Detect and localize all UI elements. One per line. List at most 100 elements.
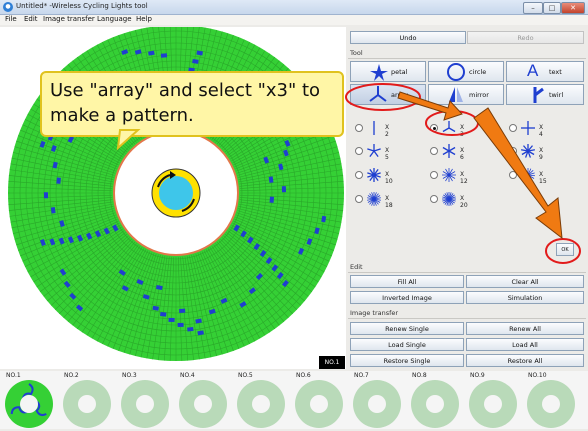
petal-tool-button[interactable]: petal bbox=[350, 61, 426, 82]
thumbnail-label: NO.5 bbox=[238, 372, 253, 379]
petal-label: petal bbox=[391, 68, 408, 76]
twirl-tool-button[interactable]: twirl bbox=[506, 84, 584, 105]
inverted-image-button[interactable]: Inverted Image bbox=[350, 291, 464, 304]
spoke-pattern-icon bbox=[442, 144, 456, 158]
radio-button[interactable] bbox=[355, 195, 363, 203]
frame-thumbnail-4[interactable]: NO.4 bbox=[174, 371, 232, 429]
frame-thumbnail-10[interactable]: NO.10 bbox=[522, 371, 580, 429]
radio-button[interactable] bbox=[430, 171, 438, 179]
spoke-pattern-icon bbox=[373, 121, 375, 135]
thumbnail-label: NO.1 bbox=[6, 372, 21, 379]
edit-section-label: Edit bbox=[350, 263, 363, 271]
window-title: Untitled* -Wireless Cycling Lights tool bbox=[16, 2, 148, 10]
mirror-icon bbox=[449, 87, 463, 102]
lit-pixel bbox=[268, 176, 274, 183]
radio-label: X 5 bbox=[385, 147, 390, 161]
lit-pixel bbox=[50, 207, 56, 214]
spoke-pattern-icon bbox=[442, 168, 456, 182]
array-icon bbox=[369, 86, 387, 102]
title-bar: ● Untitled* -Wireless Cycling Lights too… bbox=[0, 0, 588, 15]
menu-help[interactable]: Help bbox=[136, 15, 152, 23]
radio-button[interactable] bbox=[355, 147, 363, 155]
frame-thumbnail-strip: NO.1 NO.2 NO.3 NO.4 NO.5 NO.6 NO.7 NO.8 NO.9 NO.1… bbox=[0, 371, 588, 429]
frame-thumbnail-7[interactable]: NO.7 bbox=[348, 371, 406, 429]
close-button[interactable]: ✕ bbox=[561, 2, 585, 14]
restore-all-button[interactable]: Restore All bbox=[466, 354, 584, 367]
radio-label: X 9 bbox=[539, 147, 544, 161]
radio-button[interactable] bbox=[355, 124, 363, 132]
load-all-button[interactable]: Load All bbox=[466, 338, 584, 351]
thumbnail-wheel-icon bbox=[5, 380, 53, 428]
load-single-button[interactable]: Load Single bbox=[350, 338, 464, 351]
maximize-button[interactable]: □ bbox=[543, 2, 561, 14]
thumbnail-label: NO.3 bbox=[122, 372, 137, 379]
radio-label: X 20 bbox=[460, 195, 468, 209]
frame-thumbnail-3[interactable]: NO.3 bbox=[116, 371, 174, 429]
frame-thumbnail-5[interactable]: NO.5 bbox=[232, 371, 290, 429]
text-label: text bbox=[549, 68, 562, 76]
lit-pixel bbox=[168, 317, 175, 323]
circle-label: circle bbox=[469, 68, 487, 76]
radio-button[interactable] bbox=[355, 171, 363, 179]
thumbnail-label: NO.4 bbox=[180, 372, 195, 379]
text-tool-button[interactable]: A text bbox=[506, 61, 584, 82]
mirror-label: mirror bbox=[469, 91, 489, 99]
radio-button[interactable] bbox=[430, 147, 438, 155]
frame-thumbnail-6[interactable]: NO.6 bbox=[290, 371, 348, 429]
renew-all-button[interactable]: Renew All bbox=[466, 322, 584, 335]
radio-button[interactable] bbox=[430, 124, 438, 132]
simulation-button[interactable]: Simulation bbox=[466, 291, 584, 304]
redo-button[interactable]: Redo bbox=[467, 31, 584, 44]
frame-thumbnail-2[interactable]: NO.2 bbox=[58, 371, 116, 429]
clear-all-button[interactable]: Clear All bbox=[466, 275, 584, 288]
frame-thumbnail-9[interactable]: NO.9 bbox=[464, 371, 522, 429]
spoke-pattern-icon bbox=[367, 192, 381, 206]
radio-label: X 18 bbox=[385, 195, 393, 209]
lit-pixel bbox=[187, 326, 194, 332]
twirl-icon bbox=[533, 87, 544, 103]
radio-button[interactable] bbox=[430, 195, 438, 203]
thumbnail-label: NO.7 bbox=[354, 372, 369, 379]
restore-single-button[interactable]: Restore Single bbox=[350, 354, 464, 367]
array-tool-button[interactable]: array bbox=[350, 84, 426, 105]
thumbnail-label: NO.8 bbox=[412, 372, 427, 379]
spoke-pattern-icon bbox=[442, 192, 456, 206]
fill-all-button[interactable]: Fill All bbox=[350, 275, 464, 288]
minimize-button[interactable]: – bbox=[523, 2, 543, 14]
circle-icon bbox=[447, 63, 465, 81]
array-label: array bbox=[391, 91, 409, 99]
hub-center bbox=[159, 176, 193, 210]
mirror-tool-button[interactable]: mirror bbox=[428, 84, 504, 105]
text-icon: A bbox=[527, 61, 539, 80]
radio-label: X 6 bbox=[460, 147, 465, 161]
circle-tool-button[interactable]: circle bbox=[428, 61, 504, 82]
radio-button[interactable] bbox=[509, 147, 517, 155]
thumbnail-wheel-icon bbox=[179, 380, 227, 428]
radio-label: X 2 bbox=[385, 124, 390, 138]
radio-button[interactable] bbox=[509, 171, 517, 179]
radio-label: X 12 bbox=[460, 171, 468, 185]
thumbnail-wheel-icon bbox=[121, 380, 169, 428]
tool-section-label: Tool bbox=[350, 49, 363, 57]
spoke-pattern-icon bbox=[367, 144, 381, 158]
lit-pixel bbox=[179, 308, 186, 313]
thumbnail-label: NO.10 bbox=[528, 372, 547, 379]
spoke-pattern-icon bbox=[520, 168, 536, 182]
ok-button[interactable]: OK bbox=[556, 243, 574, 256]
undo-button[interactable]: Undo bbox=[350, 31, 466, 44]
lit-pixel bbox=[160, 53, 168, 58]
radio-button[interactable] bbox=[509, 124, 517, 132]
petal-icon bbox=[370, 64, 388, 81]
lit-pixel bbox=[43, 192, 49, 199]
image-transfer-section-label: Image transfer bbox=[350, 309, 399, 317]
renew-single-button[interactable]: Renew Single bbox=[350, 322, 464, 335]
menu-edit[interactable]: Edit bbox=[24, 15, 38, 23]
frame-thumbnail-1[interactable]: NO.1 bbox=[0, 371, 58, 429]
menu-file[interactable]: File bbox=[5, 15, 17, 23]
thumbnail-wheel-icon bbox=[63, 380, 111, 428]
frame-thumbnail-8[interactable]: NO.8 bbox=[406, 371, 464, 429]
thumbnail-wheel-icon bbox=[411, 380, 459, 428]
menu-image-transfer[interactable]: Image transfer bbox=[43, 15, 95, 23]
menu-language[interactable]: Language bbox=[97, 15, 132, 23]
tutorial-callout: Use "array" and select "x3" to make a pa… bbox=[40, 71, 344, 137]
